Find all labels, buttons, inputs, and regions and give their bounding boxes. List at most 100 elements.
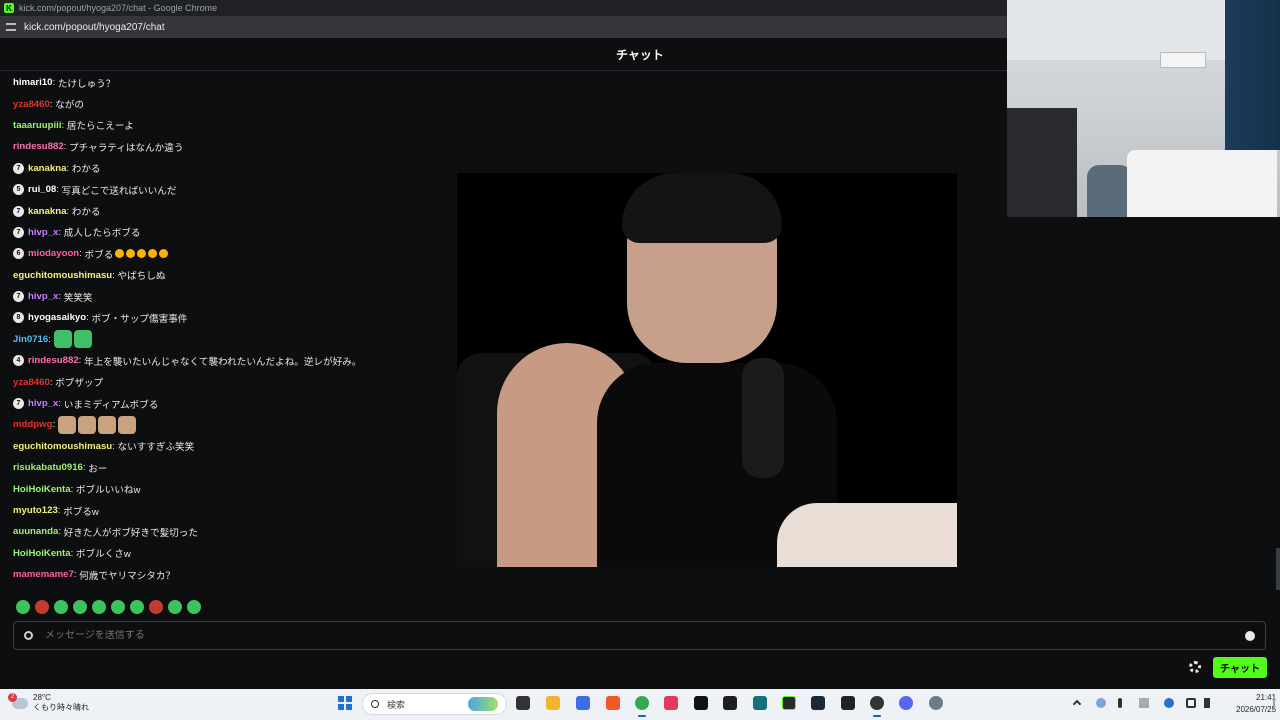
chat-username[interactable]: yza8460 — [13, 99, 50, 110]
subscriber-badge[interactable]: 7 — [13, 162, 24, 174]
chat-username[interactable]: HoiHoiKenta — [13, 548, 71, 559]
subscriber-badge[interactable]: 8 — [13, 312, 24, 324]
send-chat-button[interactable]: チャット — [1213, 657, 1267, 678]
app-icon[interactable] — [576, 696, 590, 710]
brave-browser-icon[interactable] — [606, 696, 620, 710]
emote-button[interactable] — [73, 600, 87, 614]
chat-username[interactable]: HoiHoiKenta — [13, 484, 71, 495]
subscriber-badge[interactable]: 7 — [13, 398, 24, 410]
chat-message: 7 kanakna: わかる — [13, 158, 513, 179]
chat-emote[interactable] — [77, 415, 96, 434]
chat-message: mamemame7: 何歳でヤリマシタカ？ — [13, 564, 513, 585]
discord-icon[interactable] — [899, 696, 913, 710]
chat-message-text: プチャラティはなんか違う — [69, 142, 184, 154]
chrome-icon[interactable] — [635, 696, 649, 710]
app-tray-icon[interactable] — [1164, 698, 1174, 708]
emote-button[interactable] — [130, 600, 144, 614]
chat-message-text: やばちしぬ — [117, 271, 166, 283]
subscriber-badge[interactable]: 7 — [13, 291, 24, 303]
chat-message-text: 笑笑笑 — [63, 292, 93, 304]
chat-username[interactable]: myuto123 — [13, 505, 58, 516]
emote-quick-bar[interactable] — [16, 600, 201, 616]
show-desktop-button[interactable] — [1273, 696, 1275, 710]
url-text[interactable]: kick.com/popout/hyoga207/chat — [24, 22, 165, 33]
weather-widget[interactable]: 2 28°C くもり時々晴れ — [8, 692, 89, 713]
chat-username[interactable]: hivp_x — [28, 398, 58, 409]
steam-icon[interactable] — [811, 696, 825, 710]
emote-button[interactable] — [111, 600, 125, 614]
chat-message-text: わかる — [71, 164, 101, 176]
shield-icon[interactable] — [24, 631, 33, 640]
chat-username[interactable]: yza8460 — [13, 377, 50, 388]
app-icon[interactable] — [753, 696, 767, 710]
app-icon[interactable] — [841, 696, 855, 710]
emote-button[interactable] — [54, 600, 68, 614]
file-explorer-icon[interactable] — [546, 696, 560, 710]
gear-icon[interactable] — [1189, 661, 1201, 673]
chat-message-input[interactable] — [45, 630, 1233, 641]
tiktok-icon[interactable] — [694, 696, 708, 710]
chat-emote[interactable] — [53, 330, 72, 349]
microphone-icon[interactable] — [1118, 698, 1122, 708]
kick-app-icon[interactable] — [782, 696, 796, 710]
chat-username[interactable]: Jin0716 — [13, 334, 48, 345]
chat-emote[interactable] — [117, 415, 136, 434]
system-clock[interactable]: 21:41 2026/07/25 — [1236, 692, 1276, 716]
volume-icon[interactable] — [1204, 698, 1210, 708]
emote-button[interactable] — [168, 600, 182, 614]
settings-icon[interactable] — [929, 696, 943, 710]
app-icon[interactable] — [723, 696, 737, 710]
chat-message-text: 成人したらボブる — [63, 228, 141, 240]
site-settings-icon[interactable] — [6, 23, 16, 31]
chat-username[interactable]: hivp_x — [28, 227, 58, 238]
chat-message-text: わかる — [71, 207, 101, 219]
task-view-icon[interactable] — [516, 696, 530, 710]
chat-message: 8 hyogasaikyo: ボブ・サップ傷害事件 — [13, 307, 513, 328]
emote-button[interactable] — [92, 600, 106, 614]
separator: : — [52, 419, 58, 431]
chat-username[interactable]: rindesu882 — [13, 141, 64, 152]
chat-username[interactable]: auunanda — [13, 526, 58, 537]
chat-username[interactable]: taaaruupiii — [13, 120, 62, 131]
app-icon[interactable] — [664, 696, 678, 710]
emote-button[interactable] — [149, 600, 163, 614]
emote-button[interactable] — [35, 600, 49, 614]
chat-emote[interactable] — [73, 330, 92, 349]
app-tray-icon[interactable] — [1139, 698, 1149, 708]
chat-username[interactable]: hivp_x — [28, 291, 58, 302]
hair — [622, 173, 782, 243]
onedrive-icon[interactable] — [1096, 698, 1106, 708]
chat-username[interactable]: kanakna — [28, 163, 66, 174]
subscriber-badge[interactable]: 7 — [13, 226, 24, 238]
chat-username[interactable]: miodayoon — [28, 248, 79, 259]
chat-username[interactable]: eguchitomoushimasu — [13, 441, 112, 452]
subscriber-badge[interactable]: 7 — [13, 205, 24, 217]
emoji-picker-icon[interactable] — [1245, 630, 1255, 641]
chat-input-container[interactable] — [13, 621, 1266, 650]
emote-button[interactable] — [187, 600, 201, 614]
address-bar[interactable]: kick.com/popout/hyoga207/chat — [0, 16, 1007, 38]
emote-button[interactable] — [16, 600, 30, 614]
scrollbar-thumb[interactable] — [1276, 548, 1280, 590]
chat-username[interactable]: mddpwg — [13, 419, 52, 430]
chat-username[interactable]: himari10 — [13, 77, 52, 88]
chat-username[interactable]: rindesu882 — [28, 355, 79, 366]
subscriber-badge[interactable]: 6 — [13, 248, 24, 260]
chat-username[interactable]: risukabatu0916 — [13, 462, 83, 473]
chat-username[interactable]: rui_08 — [28, 184, 56, 195]
subscriber-badge[interactable]: 5 — [13, 184, 24, 196]
windows-start-icon[interactable] — [338, 696, 352, 710]
chat-username[interactable]: hyogasaikyo — [28, 312, 86, 323]
chat-message-text: 何歳でヤリマシタカ？ — [79, 570, 176, 582]
chat-username[interactable]: mamemame7 — [13, 569, 74, 580]
taskbar-search[interactable]: 検索 — [362, 693, 507, 715]
obs-icon[interactable] — [870, 696, 884, 710]
network-icon[interactable] — [1186, 698, 1196, 708]
chat-message-list[interactable]: himari10: たけしゅう？ yza8460: ながの taaaruupiii:… — [13, 72, 513, 594]
chat-emote[interactable] — [97, 415, 116, 434]
subscriber-badge[interactable]: 4 — [13, 355, 24, 367]
chat-username[interactable]: kanakna — [28, 206, 66, 217]
chat-message: 7 hivp_x: 成人したらボブる — [13, 222, 513, 243]
chat-emote[interactable] — [57, 415, 76, 434]
chat-username[interactable]: eguchitomoushimasu — [13, 270, 112, 281]
